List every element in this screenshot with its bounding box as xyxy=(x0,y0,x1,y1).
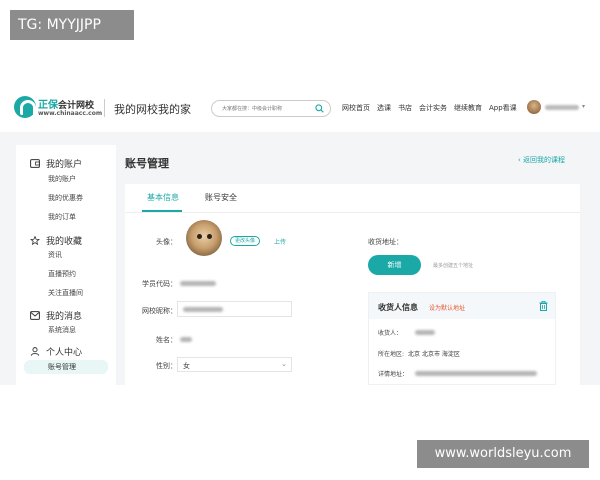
student-code-label: 学员代码： xyxy=(142,280,177,288)
student-code-value-blurred xyxy=(180,281,216,286)
logo-icon[interactable] xyxy=(14,96,36,118)
sidebar-item-live-booking[interactable]: 直播预约 xyxy=(48,269,76,279)
account-panel: 基本信息 账号安全 头像： 更改头像 上传 学员代码： 网校昵称： 姓名： 性别… xyxy=(125,184,580,385)
active-tab-indicator xyxy=(142,210,182,212)
user-name-blurred[interactable] xyxy=(545,105,579,110)
avatar-label: 头像： xyxy=(156,238,177,246)
nav-app[interactable]: App看课 xyxy=(489,103,517,115)
region-label: 所在地区: xyxy=(378,351,405,358)
star-icon xyxy=(30,236,40,245)
recipient-label: 收货人： xyxy=(378,330,403,337)
name-label: 姓名： xyxy=(156,336,177,344)
recipient-row: 收货人： xyxy=(378,328,402,337)
sidebar-group-favorites: 我的收藏 xyxy=(30,234,82,247)
nav-continuing-education[interactable]: 继续教育 xyxy=(454,103,482,115)
add-address-button[interactable]: 新增 xyxy=(368,255,421,275)
sidebar-item-orders[interactable]: 我的订单 xyxy=(48,212,76,222)
site-slogan: 我的网校我的家 xyxy=(114,103,191,116)
back-to-courses-link[interactable]: ‹ 返回我的课程 xyxy=(518,155,565,165)
nickname-label: 网校昵称： xyxy=(142,307,177,315)
sidebar-group-messages: 我的消息 xyxy=(30,309,82,322)
watermark-top-left: TG: MYYJJPP xyxy=(10,10,134,40)
nickname-input[interactable] xyxy=(177,301,292,317)
region-value: 北京 北京市 海淀区 xyxy=(408,351,460,358)
detail-address-label: 详情地址： xyxy=(378,371,409,378)
header-divider xyxy=(104,99,105,117)
profile-avatar[interactable] xyxy=(186,220,222,256)
top-nav: 网校首页 选课 书店 会计实务 继续教育 App看课 xyxy=(342,103,517,115)
tab-basic-info[interactable]: 基本信息 xyxy=(147,192,179,203)
nav-bookstore[interactable]: 书店 xyxy=(398,103,412,115)
address-card: 收货人信息 设为默认地址 收货人： 所在地区: 北京 北京市 海淀区 详情地址： xyxy=(368,292,556,385)
address-card-header: 收货人信息 设为默认地址 xyxy=(369,293,555,319)
address-card-title: 收货人信息 xyxy=(378,303,418,312)
sidebar: 我的账户 我的账户 我的优惠券 我的订单 我的收藏 资讯 直播预约 关注直播间 … xyxy=(16,145,116,385)
name-value-blurred xyxy=(180,337,192,342)
address-hint: 最多创建五个地址 xyxy=(433,263,474,269)
sidebar-item-coupons[interactable]: 我的优惠券 xyxy=(48,193,83,203)
gender-value: 女 xyxy=(183,362,190,370)
nav-courses[interactable]: 选课 xyxy=(377,103,391,115)
watermark-bottom-right: www.worldsleyu.com xyxy=(417,440,589,468)
logo-url: www.chinaacc.com xyxy=(38,110,103,117)
trash-icon[interactable] xyxy=(539,301,548,311)
logo-title[interactable]: 正保会计网校 xyxy=(38,96,94,111)
sidebar-item-system-messages[interactable]: 系统消息 xyxy=(48,325,76,335)
mail-icon xyxy=(30,311,40,320)
recipient-value-blurred xyxy=(415,330,435,335)
chevron-down-icon: ⌄ xyxy=(281,360,287,368)
page-title: 账号管理 xyxy=(125,157,169,170)
gender-select[interactable]: 女 ⌄ xyxy=(177,357,292,372)
detail-address-value-blurred xyxy=(415,371,537,376)
nickname-value-blurred xyxy=(183,307,223,312)
upload-link[interactable]: 上传 xyxy=(274,237,286,246)
change-avatar-button[interactable]: 更改头像 xyxy=(230,236,260,246)
sidebar-item-followed-live[interactable]: 关注直播间 xyxy=(48,288,83,298)
sidebar-item-account-management[interactable]: 账号管理 xyxy=(24,360,108,374)
avatar-eye-right xyxy=(207,234,212,239)
user-avatar[interactable] xyxy=(527,100,541,114)
search-input[interactable] xyxy=(222,104,312,114)
user-icon xyxy=(30,347,40,356)
address-label: 收货地址： xyxy=(368,238,403,246)
nav-accounting-practice[interactable]: 会计实务 xyxy=(419,103,447,115)
region-row: 所在地区: 北京 北京市 海淀区 xyxy=(378,349,460,358)
nav-home[interactable]: 网校首页 xyxy=(342,103,370,115)
wallet-icon xyxy=(30,159,40,168)
set-default-address-link[interactable]: 设为默认地址 xyxy=(429,303,465,312)
chevron-down-icon[interactable]: ▾ xyxy=(582,103,585,110)
detail-address-row: 详情地址： xyxy=(378,369,408,378)
sidebar-group-account: 我的账户 xyxy=(30,157,82,170)
search-icon[interactable] xyxy=(315,104,324,113)
sidebar-group-personal-center: 个人中心 xyxy=(30,345,82,358)
sidebar-item-my-account[interactable]: 我的账户 xyxy=(48,174,76,184)
sidebar-item-news[interactable]: 资讯 xyxy=(48,250,62,260)
tabs-divider xyxy=(125,212,580,213)
site-header: 正保会计网校 www.chinaacc.com 我的网校我的家 网校首页 选课 … xyxy=(0,90,600,126)
tab-account-security[interactable]: 账号安全 xyxy=(205,192,237,203)
gender-label: 性别： xyxy=(156,362,177,370)
search-box xyxy=(211,100,331,117)
avatar-eye-left xyxy=(197,234,202,239)
